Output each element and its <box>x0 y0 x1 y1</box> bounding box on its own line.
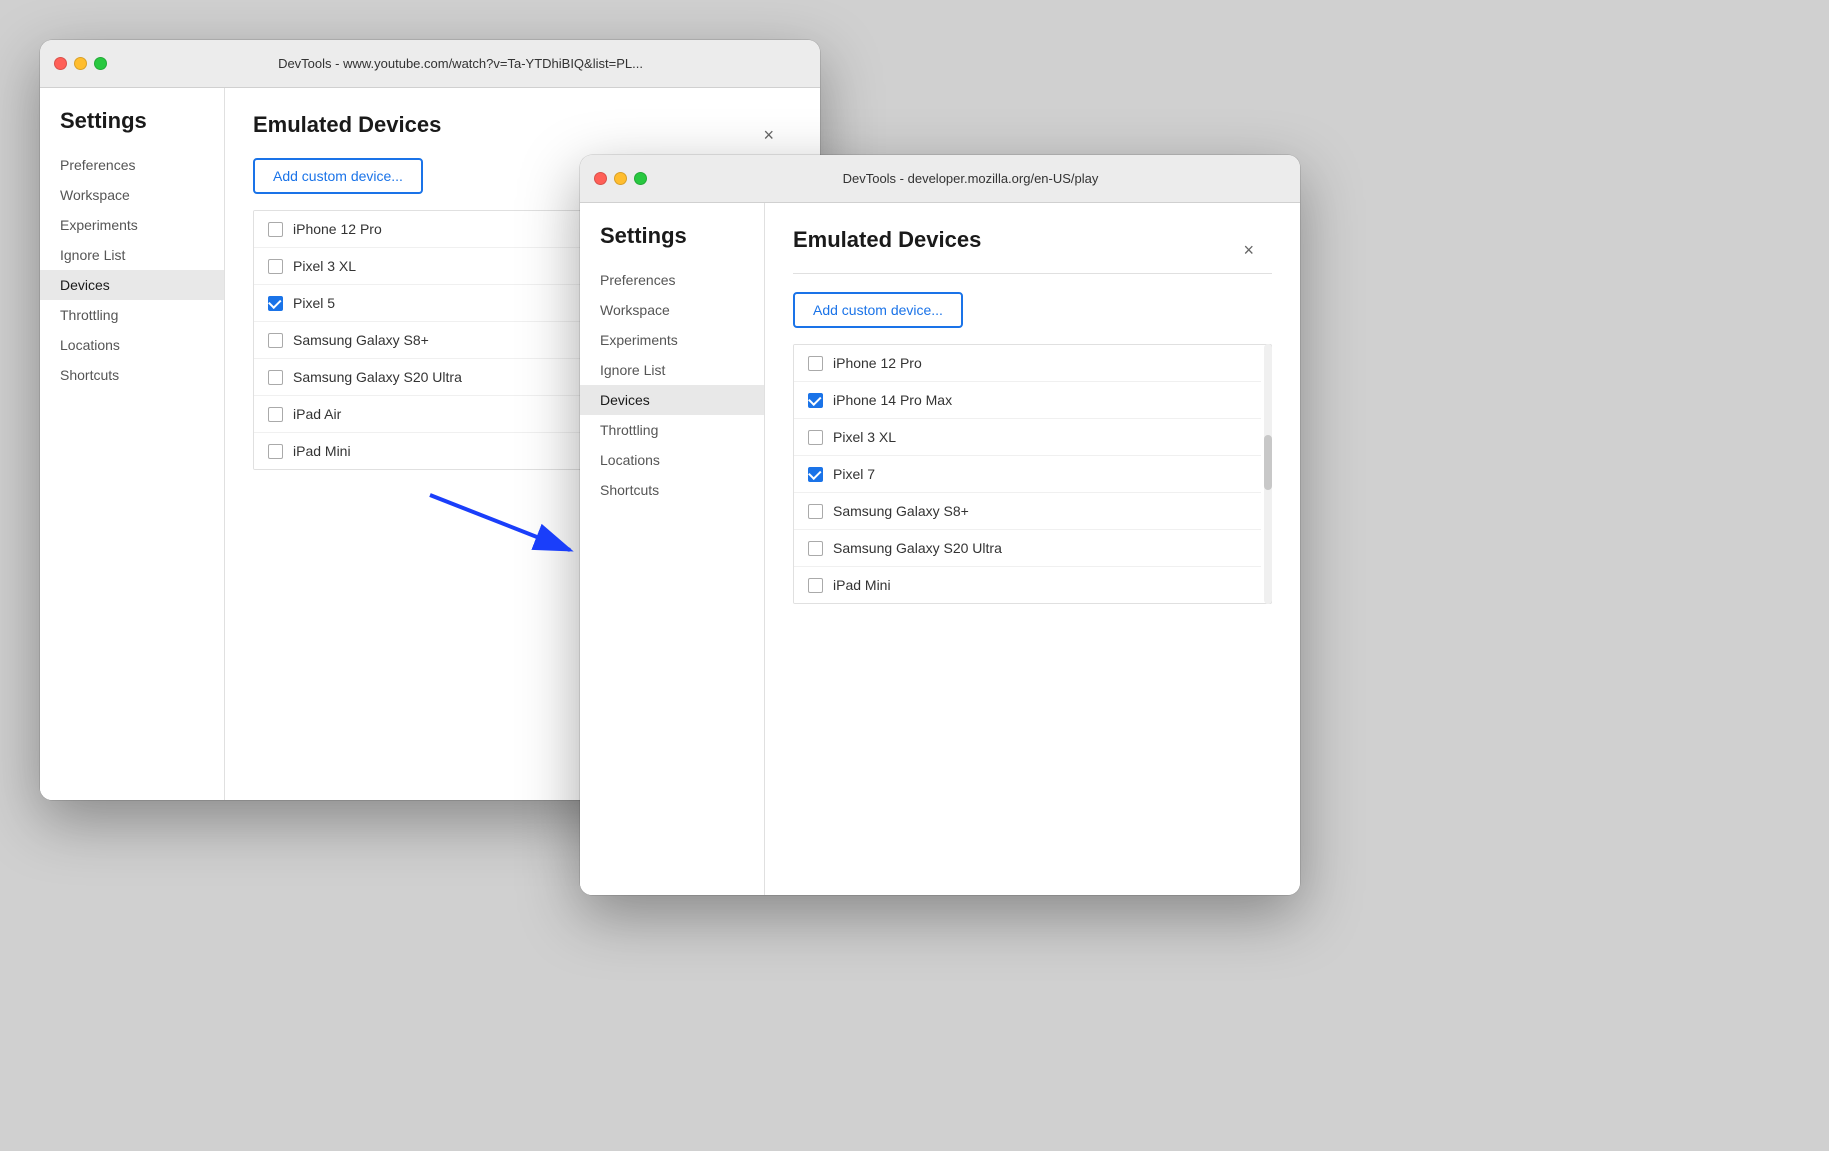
scrollbar-thumb-front <box>1264 435 1272 490</box>
device-name-front-1: iPhone 14 Pro Max <box>833 392 952 408</box>
checkbox-ipadair-back[interactable] <box>268 407 283 422</box>
device-name-front-0: iPhone 12 Pro <box>833 355 922 371</box>
device-name-front-2: Pixel 3 XL <box>833 429 896 445</box>
device-name-back-3: Samsung Galaxy S8+ <box>293 332 429 348</box>
device-item-front-0: iPhone 12 Pro <box>794 345 1261 382</box>
device-name-front-5: Samsung Galaxy S20 Ultra <box>833 540 1002 556</box>
settings-heading-front: Settings <box>580 223 764 265</box>
checkbox-iphone14promax-front[interactable] <box>808 393 823 408</box>
checkbox-pixel5-back[interactable] <box>268 296 283 311</box>
checkbox-pixel7-front[interactable] <box>808 467 823 482</box>
sidebar-back: Settings Preferences Workspace Experimen… <box>40 88 225 800</box>
title-bar-back: DevTools - www.youtube.com/watch?v=Ta-YT… <box>40 40 820 88</box>
sidebar-item-workspace-front[interactable]: Workspace <box>580 295 764 325</box>
sidebar-item-ignore-list-front[interactable]: Ignore List <box>580 355 764 385</box>
device-item-front-3: Pixel 7 <box>794 456 1261 493</box>
device-list-container-front: iPhone 12 Pro iPhone 14 Pro Max Pixel 3 … <box>793 344 1272 604</box>
device-item-front-5: Samsung Galaxy S20 Ultra <box>794 530 1261 567</box>
sidebar-item-shortcuts-front[interactable]: Shortcuts <box>580 475 764 505</box>
sidebar-item-throttling-back[interactable]: Throttling <box>40 300 224 330</box>
device-name-front-4: Samsung Galaxy S8+ <box>833 503 969 519</box>
sidebar-item-preferences-front[interactable]: Preferences <box>580 265 764 295</box>
checkbox-pixel3xl-back[interactable] <box>268 259 283 274</box>
window-title-back: DevTools - www.youtube.com/watch?v=Ta-YT… <box>115 56 806 71</box>
device-item-front-6: iPad Mini <box>794 567 1261 603</box>
main-content-front: Emulated Devices × Add custom device... … <box>765 203 1300 895</box>
sidebar-item-locations-back[interactable]: Locations <box>40 330 224 360</box>
device-name-front-3: Pixel 7 <box>833 466 875 482</box>
sidebar-item-experiments-back[interactable]: Experiments <box>40 210 224 240</box>
devtools-body-front: Settings Preferences Workspace Experimen… <box>580 203 1300 895</box>
checkbox-ipadmini-front[interactable] <box>808 578 823 593</box>
sidebar-item-experiments-front[interactable]: Experiments <box>580 325 764 355</box>
device-item-front-2: Pixel 3 XL <box>794 419 1261 456</box>
sidebar-item-locations-front[interactable]: Locations <box>580 445 764 475</box>
traffic-lights-back <box>54 57 107 70</box>
device-name-back-5: iPad Air <box>293 406 341 422</box>
heading-separator-front <box>793 273 1272 274</box>
device-item-front-1: iPhone 14 Pro Max <box>794 382 1261 419</box>
close-button-front[interactable] <box>594 172 607 185</box>
minimize-button-back[interactable] <box>74 57 87 70</box>
checkbox-samsungs20-back[interactable] <box>268 370 283 385</box>
checkbox-pixel3xl-front[interactable] <box>808 430 823 445</box>
sidebar-item-devices-back[interactable]: Devices <box>40 270 224 300</box>
sidebar-item-workspace-back[interactable]: Workspace <box>40 180 224 210</box>
device-name-back-2: Pixel 5 <box>293 295 335 311</box>
emulated-devices-heading-front: Emulated Devices <box>793 227 1272 253</box>
settings-heading-back: Settings <box>40 108 224 150</box>
device-item-front-4: Samsung Galaxy S8+ <box>794 493 1261 530</box>
sidebar-item-throttling-front[interactable]: Throttling <box>580 415 764 445</box>
minimize-button-front[interactable] <box>614 172 627 185</box>
device-name-back-4: Samsung Galaxy S20 Ultra <box>293 369 462 385</box>
fullscreen-button-front[interactable] <box>634 172 647 185</box>
add-custom-device-button-back[interactable]: Add custom device... <box>253 158 423 194</box>
title-bar-front: DevTools - developer.mozilla.org/en-US/p… <box>580 155 1300 203</box>
sidebar-item-devices-front[interactable]: Devices <box>580 385 764 415</box>
device-name-back-6: iPad Mini <box>293 443 351 459</box>
window-front: DevTools - developer.mozilla.org/en-US/p… <box>580 155 1300 895</box>
sidebar-front: Settings Preferences Workspace Experimen… <box>580 203 765 895</box>
device-name-back-0: iPhone 12 Pro <box>293 221 382 237</box>
sidebar-item-preferences-back[interactable]: Preferences <box>40 150 224 180</box>
checkbox-iphone12pro-back[interactable] <box>268 222 283 237</box>
device-list-front: iPhone 12 Pro iPhone 14 Pro Max Pixel 3 … <box>793 344 1272 604</box>
device-name-front-6: iPad Mini <box>833 577 891 593</box>
checkbox-iphone12pro-front[interactable] <box>808 356 823 371</box>
close-settings-front[interactable]: × <box>1243 241 1254 259</box>
close-button-back[interactable] <box>54 57 67 70</box>
checkbox-samsungs8-back[interactable] <box>268 333 283 348</box>
device-name-back-1: Pixel 3 XL <box>293 258 356 274</box>
emulated-devices-heading-back: Emulated Devices <box>253 112 792 138</box>
traffic-lights-front <box>594 172 647 185</box>
checkbox-ipadmini-back[interactable] <box>268 444 283 459</box>
checkbox-samsungs8-front[interactable] <box>808 504 823 519</box>
fullscreen-button-back[interactable] <box>94 57 107 70</box>
window-title-front: DevTools - developer.mozilla.org/en-US/p… <box>655 171 1286 186</box>
sidebar-item-ignore-list-back[interactable]: Ignore List <box>40 240 224 270</box>
sidebar-item-shortcuts-back[interactable]: Shortcuts <box>40 360 224 390</box>
checkbox-samsungs20-front[interactable] <box>808 541 823 556</box>
close-settings-back[interactable]: × <box>763 126 774 144</box>
scrollbar-front[interactable] <box>1264 344 1272 604</box>
add-custom-device-button-front[interactable]: Add custom device... <box>793 292 963 328</box>
